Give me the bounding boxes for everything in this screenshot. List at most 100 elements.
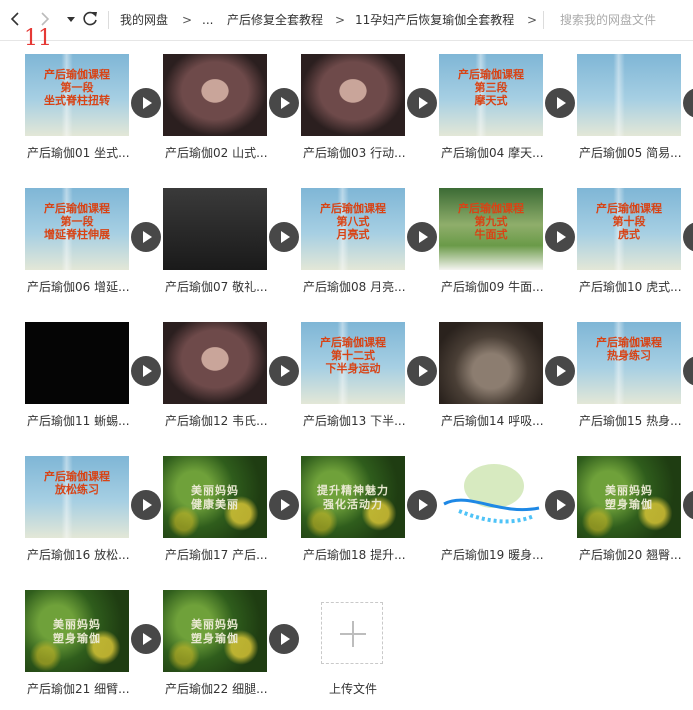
thumbnail-overlay-text: 产后瑜伽课程 第九式 牛面式 xyxy=(458,202,524,241)
file-name-label: 产后瑜伽03 行动... xyxy=(303,146,406,160)
breadcrumb-my-disk[interactable]: 我的网盘 xyxy=(120,11,168,29)
play-icon[interactable] xyxy=(545,88,575,118)
video-thumbnail[interactable]: 产后瑜伽课程 第八式 月亮式 xyxy=(301,188,405,270)
play-icon[interactable] xyxy=(683,88,693,118)
video-thumbnail[interactable]: 美丽妈妈 塑身瑜伽 xyxy=(577,456,681,538)
play-icon[interactable] xyxy=(269,490,299,520)
play-icon[interactable] xyxy=(131,222,161,252)
thumbnail-decoration xyxy=(25,456,129,538)
video-thumbnail[interactable]: 提升精神魅力 强化活动力 xyxy=(301,456,405,538)
video-thumbnail[interactable]: 产后瑜伽课程 第十段 虎式 xyxy=(577,188,681,270)
file-name-label: 产后瑜伽08 月亮... xyxy=(303,280,406,294)
video-thumbnail[interactable] xyxy=(577,54,681,136)
breadcrumb-postpartum-course[interactable]: 产后修复全套教程 xyxy=(227,11,323,29)
video-file-item[interactable]: 产后瑜伽14 呼吸... xyxy=(439,322,575,442)
video-thumbnail[interactable] xyxy=(163,322,267,404)
file-name-label: 产后瑜伽18 提升... xyxy=(303,548,406,562)
play-icon[interactable] xyxy=(407,356,437,386)
video-thumbnail[interactable] xyxy=(163,54,267,136)
video-file-item[interactable]: 产后瑜伽课程 第八式 月亮式产后瑜伽08 月亮... xyxy=(301,188,437,308)
file-name-label: 产后瑜伽16 放松... xyxy=(27,548,130,562)
video-thumbnail[interactable]: 产后瑜伽课程 第九式 牛面式 xyxy=(439,188,543,270)
video-file-item[interactable]: 产后瑜伽课程 热身练习产后瑜伽15 热身... xyxy=(577,322,693,442)
video-thumbnail[interactable] xyxy=(163,188,267,270)
video-file-item[interactable]: 产后瑜伽07 敬礼... xyxy=(163,188,299,308)
video-file-item[interactable]: 美丽妈妈 塑身瑜伽 产后瑜伽22 细腿... xyxy=(163,590,299,710)
video-thumbnail[interactable] xyxy=(439,322,543,404)
play-icon[interactable] xyxy=(269,624,299,654)
video-file-item[interactable]: 产后瑜伽课程 第一段 增延脊柱伸展产后瑜伽06 增延... xyxy=(25,188,161,308)
play-icon[interactable] xyxy=(683,356,693,386)
thumbnail-image xyxy=(439,456,543,538)
video-file-item[interactable]: 美丽妈妈 塑身瑜伽 产后瑜伽20 翘臀... xyxy=(577,456,693,576)
video-thumbnail[interactable]: 美丽妈妈 塑身瑜伽 xyxy=(25,590,129,672)
breadcrumb-ellipsis[interactable]: ... xyxy=(202,11,213,29)
thumbnail-overlay-text: 产后瑜伽课程 第八式 月亮式 xyxy=(320,202,386,241)
play-icon[interactable] xyxy=(407,222,437,252)
video-thumbnail[interactable]: 美丽妈妈 健康美丽 xyxy=(163,456,267,538)
video-file-item[interactable]: 产后瑜伽12 韦氏... xyxy=(163,322,299,442)
thumbnail-decoration xyxy=(577,54,681,136)
video-file-item[interactable]: 产后瑜伽19 暖身... xyxy=(439,456,575,576)
video-file-item[interactable]: 产后瑜伽课程 第三段 摩天式 产后瑜伽04 摩天... xyxy=(439,54,575,174)
play-icon[interactable] xyxy=(269,88,299,118)
history-dropdown-button[interactable] xyxy=(60,8,76,30)
file-name-label: 产后瑜伽15 热身... xyxy=(579,414,682,428)
top-navigation-bar: 我的网盘 > ... 产后修复全套教程 > 11孕妇产后恢复瑜伽全套教程 > 搜… xyxy=(0,0,693,41)
video-thumbnail[interactable]: 美丽妈妈 塑身瑜伽 xyxy=(163,590,267,672)
thumbnail-image xyxy=(301,54,405,136)
annotation-mark: 11 xyxy=(24,26,52,51)
play-icon[interactable] xyxy=(407,490,437,520)
play-icon[interactable] xyxy=(269,356,299,386)
thumbnail-overlay-text: 美丽妈妈 塑身瑜伽 xyxy=(605,484,653,511)
video-file-item[interactable]: 产后瑜伽02 山式... xyxy=(163,54,299,174)
video-file-item[interactable]: 美丽妈妈 塑身瑜伽 产后瑜伽21 细臂... xyxy=(25,590,161,710)
video-file-item[interactable]: 产后瑜伽课程 第十段 虎式 产后瑜伽10 虎式... xyxy=(577,188,693,308)
video-file-item[interactable]: 产后瑜伽课程 第九式 牛面式 产后瑜伽09 牛面... xyxy=(439,188,575,308)
divider xyxy=(108,11,109,29)
play-icon[interactable] xyxy=(131,490,161,520)
play-icon[interactable] xyxy=(683,222,693,252)
play-icon[interactable] xyxy=(269,222,299,252)
video-thumbnail[interactable] xyxy=(25,322,129,404)
file-name-label: 产后瑜伽14 呼吸... xyxy=(441,414,544,428)
video-thumbnail[interactable]: 产后瑜伽课程 第十二式 下半身运动 xyxy=(301,322,405,404)
video-file-item[interactable]: 产后瑜伽05 简易... xyxy=(577,54,693,174)
play-icon[interactable] xyxy=(131,88,161,118)
play-icon[interactable] xyxy=(407,88,437,118)
video-file-item[interactable]: 产后瑜伽课程 第一段 坐式脊柱扭转 产后瑜伽01 坐式... xyxy=(25,54,161,174)
video-thumbnail[interactable]: 产后瑜伽课程 第一段 坐式脊柱扭转 xyxy=(25,54,129,136)
play-icon[interactable] xyxy=(131,624,161,654)
upload-file-tile[interactable]: 上传文件 xyxy=(300,590,430,710)
video-thumbnail[interactable]: 产后瑜伽课程 第一段 增延脊柱伸展 xyxy=(25,188,129,270)
video-file-item[interactable]: 产后瑜伽课程 放松练习产后瑜伽16 放松... xyxy=(25,456,161,576)
thumbnail-overlay-text: 产后瑜伽课程 第三段 摩天式 xyxy=(458,68,524,107)
search-input[interactable]: 搜索我的网盘文件 xyxy=(548,8,693,32)
file-name-label: 产后瑜伽06 增延... xyxy=(27,280,130,294)
video-file-item[interactable]: 提升精神魅力 强化活动力产后瑜伽18 提升... xyxy=(301,456,437,576)
video-thumbnail[interactable] xyxy=(301,54,405,136)
file-name-label: 产后瑜伽17 产后... xyxy=(165,548,268,562)
play-icon[interactable] xyxy=(545,222,575,252)
thumbnail-overlay-text: 美丽妈妈 塑身瑜伽 xyxy=(53,618,101,645)
back-button[interactable] xyxy=(4,8,26,30)
play-icon[interactable] xyxy=(131,356,161,386)
thumbnail-overlay-text: 产后瑜伽课程 热身练习 xyxy=(596,336,662,362)
thumbnail-image xyxy=(163,322,267,404)
video-thumbnail[interactable]: 产后瑜伽课程 第三段 摩天式 xyxy=(439,54,543,136)
video-thumbnail[interactable]: 产后瑜伽课程 放松练习 xyxy=(25,456,129,538)
video-file-item[interactable]: 产后瑜伽课程 第十二式 下半身运动 产后瑜伽13 下半... xyxy=(301,322,437,442)
refresh-button[interactable] xyxy=(79,8,101,30)
video-file-item[interactable]: 美丽妈妈 健康美丽产后瑜伽17 产后... xyxy=(163,456,299,576)
play-icon[interactable] xyxy=(683,490,693,520)
upload-dropzone[interactable] xyxy=(321,602,383,664)
thumbnail-image xyxy=(25,456,129,538)
file-name-label: 产后瑜伽12 韦氏... xyxy=(165,414,268,428)
video-thumbnail[interactable]: 产后瑜伽课程 热身练习 xyxy=(577,322,681,404)
play-icon[interactable] xyxy=(545,356,575,386)
play-icon[interactable] xyxy=(545,490,575,520)
breadcrumb-current-folder[interactable]: 11孕妇产后恢复瑜伽全套教程 xyxy=(355,11,514,29)
video-file-item[interactable]: 产后瑜伽03 行动... xyxy=(301,54,437,174)
video-file-item[interactable]: 产后瑜伽11 蜥蜴... xyxy=(25,322,161,442)
video-thumbnail[interactable] xyxy=(439,456,543,538)
